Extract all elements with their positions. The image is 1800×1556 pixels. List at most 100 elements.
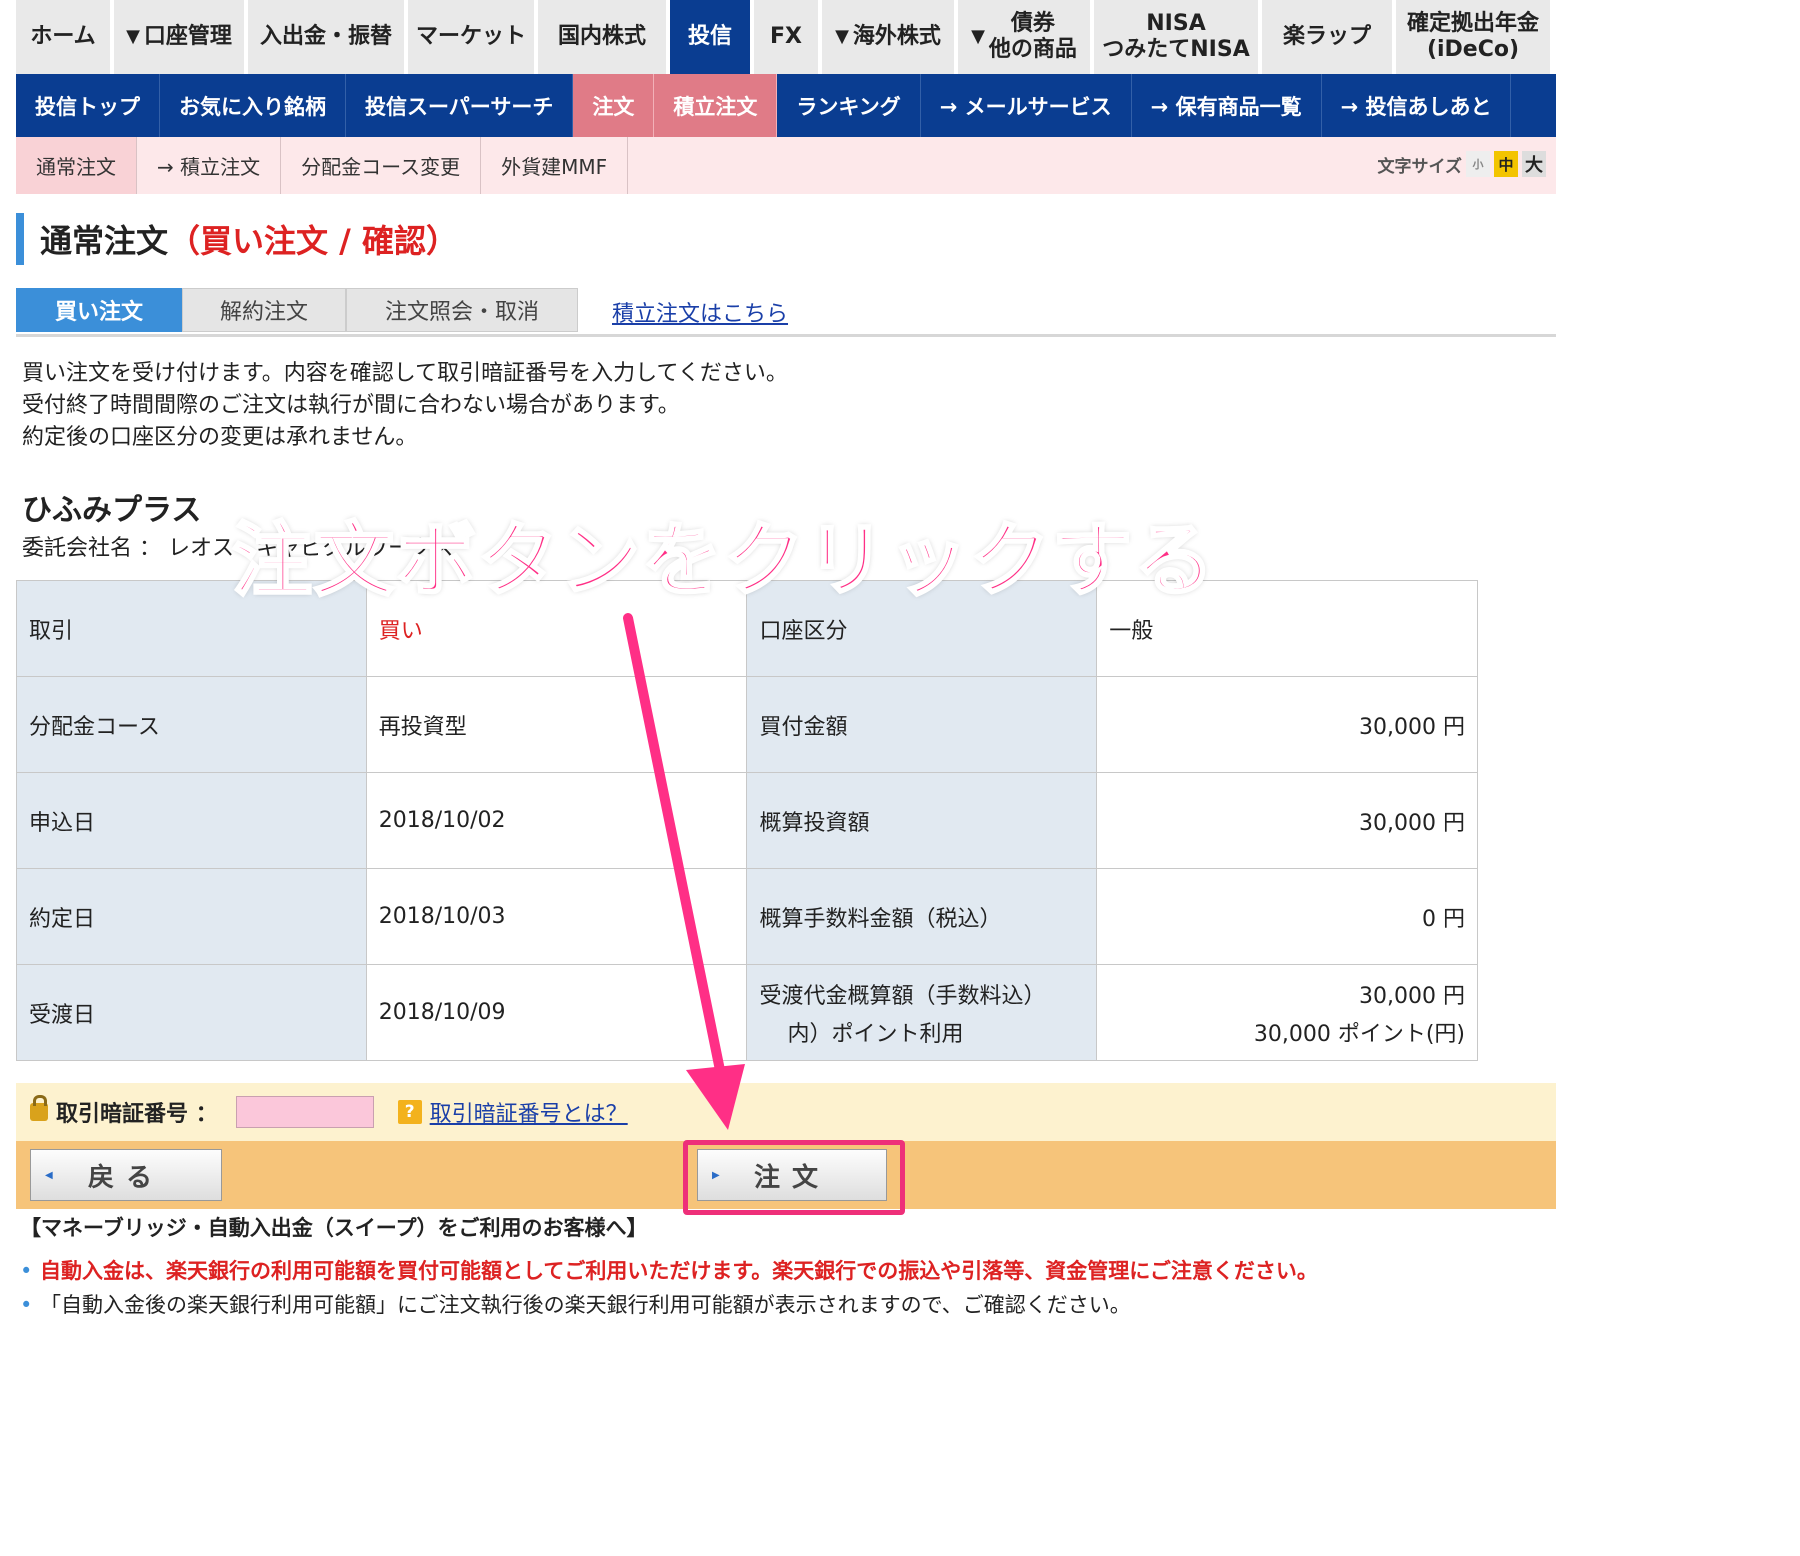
subnav-recurring-order[interactable]: 積立注文 <box>654 74 778 137</box>
dropdown-triangle-icon: ▼ <box>971 26 985 47</box>
topnav-bonds-line2: 他の商品 <box>988 37 1077 62</box>
topnav-foreign-stock-label: 海外株式 <box>852 24 941 49</box>
row-label: 概算投資額 <box>746 772 1098 869</box>
topnav-domestic-stock[interactable]: 国内株式 <box>538 0 666 74</box>
lock-icon <box>30 1095 48 1121</box>
order-details-table: 取引 買い 口座区分 一般 分配金コース 再投資型 買付金額 30,000 円 … <box>16 580 1478 1061</box>
topnav-deposit-label: 入出金・振替 <box>259 24 392 49</box>
contract-date-value: 2018/10/03 <box>365 868 748 965</box>
topnav-foreign-stock[interactable]: ▼ 海外株式 <box>822 0 954 74</box>
thirdnav-recurring-order[interactable]: → 積立注文 <box>137 137 282 194</box>
sweep-info-text: 「自動入金後の楽天銀行利用可能額」にご注文執行後の楽天銀行利用可能額が表示されま… <box>40 1293 1131 1317</box>
recurring-order-link[interactable]: 積立注文はこちら <box>612 296 788 328</box>
topnav-fx[interactable]: FX <box>754 0 818 74</box>
description-line: 買い注文を受け付けます。内容を確認して取引暗証番号を入力してください。 <box>22 361 788 386</box>
row-label: 申込日 <box>16 772 367 869</box>
topnav-account[interactable]: ▼ 口座管理 <box>114 0 244 74</box>
subnav-super-search[interactable]: 投信スーパーサーチ <box>346 74 574 137</box>
subnav-favorites[interactable]: お気に入り銘柄 <box>160 74 346 137</box>
topnav-home-label: ホーム <box>30 24 96 49</box>
sweep-warning-text: 自動入金は、楽天銀行の利用可能額を買付可能額としてご利用いただけます。楽天銀行で… <box>40 1259 1318 1283</box>
topnav-deposit[interactable]: 入出金・振替 <box>248 0 404 74</box>
row-label: 買付金額 <box>746 676 1098 773</box>
topnav-funds-label: 投信 <box>687 24 732 49</box>
topnav-rakuwrap-label: 楽ラップ <box>1282 24 1371 49</box>
back-button-label: 戻る <box>87 1162 164 1193</box>
estimated-investment-value: 30,000 円 <box>1096 772 1478 869</box>
subnav-history[interactable]: → 投信あしあと <box>1322 74 1512 137</box>
top-nav: ホーム ▼ 口座管理 入出金・振替 マーケット 国内株式 投信 FX ▼ 海外株式 … <box>16 0 1556 74</box>
list-item: • 自動入金は、楽天銀行の利用可能額を買付可能額としてご利用いただけます。楽天銀… <box>20 1254 1318 1288</box>
sub-nav: 投信トップ お気に入り銘柄 投信スーパーサーチ 注文 積立注文 ランキング → … <box>16 74 1556 137</box>
subnav-funds-top[interactable]: 投信トップ <box>16 74 160 137</box>
settlement-amount-label: 受渡代金概算額（手数料込） <box>759 983 1046 1009</box>
description-line: 受付終了時間間際のご注文は執行が間に合わない場合があります。 <box>22 393 680 418</box>
purchase-amount-value: 30,000 円 <box>1096 676 1478 773</box>
thirdnav-dividend-course[interactable]: 分配金コース変更 <box>281 137 482 194</box>
subnav-holdings[interactable]: → 保有商品一覧 <box>1132 74 1322 137</box>
application-date-value: 2018/10/02 <box>365 772 748 869</box>
dropdown-triangle-icon: ▼ <box>835 26 849 47</box>
topnav-nisa[interactable]: NISA つみたてNISA <box>1094 0 1258 74</box>
dividend-course-value: 再投資型 <box>365 676 748 773</box>
row-label: 約定日 <box>16 868 367 965</box>
topnav-ideco[interactable]: 確定拠出年金 (iDeCo) <box>1396 0 1550 74</box>
page-title-sub: （買い注文 / 確認） <box>168 222 458 260</box>
topnav-market-label: マーケット <box>415 24 526 49</box>
point-usage-label: 内）ポイント利用 <box>787 1021 964 1047</box>
topnav-ideco-line1: 確定拠出年金 <box>1406 11 1539 36</box>
help-question-icon: ? <box>397 1100 422 1124</box>
tab-buy-order[interactable]: 買い注文 <box>16 288 182 332</box>
back-button[interactable]: ◀ 戻る <box>30 1149 222 1201</box>
settlement-amount-value: 30,000 円 <box>1359 983 1465 1009</box>
subnav-mail-service[interactable]: → メールサービス <box>921 74 1132 137</box>
row-label: 受渡代金概算額（手数料込） 内）ポイント利用 <box>746 964 1098 1061</box>
bullet-icon: • <box>20 1293 33 1317</box>
thirdnav-foreign-mmf[interactable]: 外貨建MMF <box>481 137 629 194</box>
font-size-selector: 文字サイズ 小 中 大 <box>1377 151 1546 177</box>
estimated-fee-value: 0 円 <box>1096 868 1478 965</box>
tab-cancel-order[interactable]: 解約注文 <box>182 288 346 332</box>
dropdown-triangle-icon: ▼ <box>126 26 140 47</box>
order-tabs: 買い注文 解約注文 注文照会・取消 積立注文はこちら <box>16 288 1556 337</box>
table-row: 分配金コース 再投資型 買付金額 30,000 円 <box>16 676 1478 773</box>
third-nav: 通常注文 → 積立注文 分配金コース変更 外貨建MMF 文字サイズ 小 中 大 <box>16 137 1556 194</box>
trading-pin-input[interactable] <box>235 1096 374 1128</box>
order-button-highlight-frame <box>683 1140 905 1215</box>
subnav-ranking[interactable]: ランキング <box>777 74 921 137</box>
font-size-label: 文字サイズ <box>1377 156 1463 177</box>
subnav-order[interactable]: 注文 <box>573 74 655 137</box>
font-size-large-button[interactable]: 大 <box>1522 151 1546 177</box>
tab-order-inquiry[interactable]: 注文照会・取消 <box>346 288 578 332</box>
title-accent-bar <box>16 213 24 265</box>
table-row: 約定日 2018/10/03 概算手数料金額（税込） 0 円 <box>16 868 1478 965</box>
trading-pin-label: 取引暗証番号 ： <box>56 1102 218 1127</box>
font-size-medium-button[interactable]: 中 <box>1494 151 1518 177</box>
fund-name: ひふみプラス <box>22 493 202 528</box>
topnav-home[interactable]: ホーム <box>16 0 110 74</box>
topnav-domestic-stock-label: 国内株式 <box>557 24 646 49</box>
table-row: 受渡日 2018/10/09 受渡代金概算額（手数料込） 内）ポイント利用 30… <box>16 964 1478 1061</box>
triangle-left-icon: ◀ <box>45 1169 53 1181</box>
page-title-main: 通常注文 <box>40 222 169 260</box>
bullet-icon: • <box>20 1259 33 1283</box>
topnav-market[interactable]: マーケット <box>408 0 534 74</box>
topnav-ideco-line2: (iDeCo) <box>1426 37 1520 62</box>
description-line: 約定後の口座区分の変更は承れません。 <box>22 425 418 450</box>
topnav-fx-label: FX <box>770 24 802 49</box>
sweep-notice-list: • 自動入金は、楽天銀行の利用可能額を買付可能額としてご利用いただけます。楽天銀… <box>20 1254 1318 1322</box>
instruction-annotation: 注文ボタンをクリックする <box>231 513 1216 609</box>
topnav-bonds-line1: 債券 <box>1010 11 1055 36</box>
row-label: 分配金コース <box>16 676 367 773</box>
trading-pin-help-link[interactable]: 取引暗証番号とは？ <box>430 1096 628 1128</box>
topnav-rakuwrap[interactable]: 楽ラップ <box>1262 0 1392 74</box>
font-size-small-button[interactable]: 小 <box>1466 151 1490 177</box>
settlement-date-value: 2018/10/09 <box>365 964 748 1061</box>
thirdnav-normal-order[interactable]: 通常注文 <box>16 137 137 194</box>
list-item: • 「自動入金後の楽天銀行利用可能額」にご注文執行後の楽天銀行利用可能額が表示さ… <box>20 1288 1318 1322</box>
row-label: 受渡日 <box>16 964 367 1061</box>
settlement-amount-cell: 30,000 円 30,000 ポイント(円) <box>1096 964 1478 1061</box>
order-description: 買い注文を受け付けます。内容を確認して取引暗証番号を入力してください。 受付終了… <box>22 358 788 454</box>
topnav-funds[interactable]: 投信 <box>670 0 750 74</box>
topnav-bonds[interactable]: ▼ 債券 他の商品 <box>958 0 1090 74</box>
